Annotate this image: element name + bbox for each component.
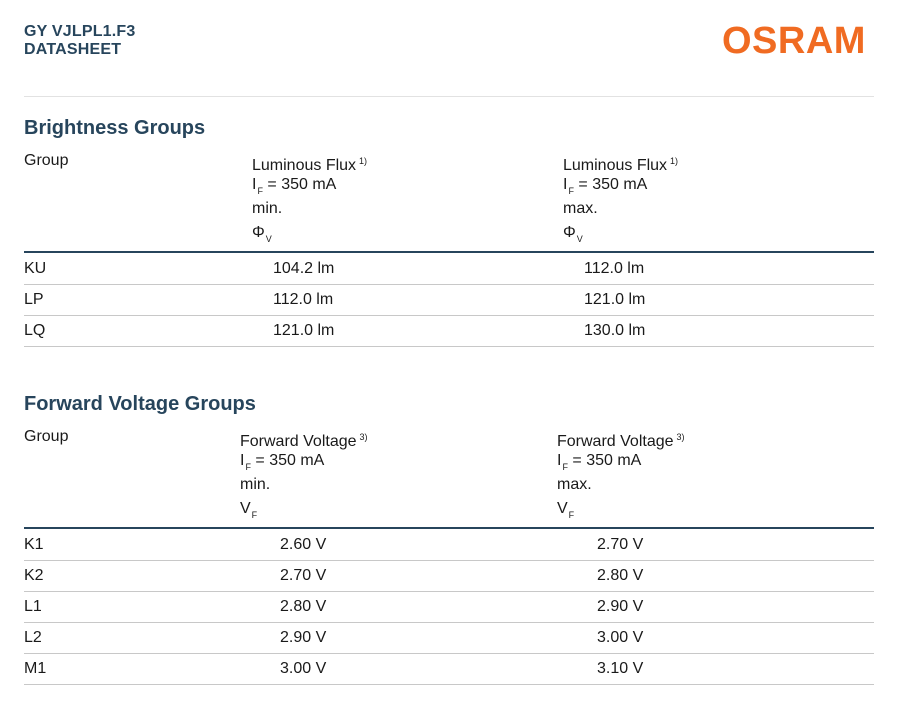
- row-divider: [24, 315, 874, 316]
- col-label: Group: [24, 428, 69, 445]
- table-cell-max: 2.80 V: [597, 567, 644, 584]
- col-label: Luminous Flux: [563, 157, 668, 174]
- footnote-ref: 3): [676, 432, 685, 442]
- quantity-symbol: Φ: [563, 224, 576, 241]
- document-type: DATASHEET: [24, 41, 122, 58]
- table-cell-min: 121.0 lm: [273, 322, 335, 339]
- table-cell-max: 121.0 lm: [584, 291, 646, 308]
- condition-value: = 350 mA: [255, 452, 325, 469]
- brightness-col-max: Luminous Flux 1) IF = 350 mA max. ΦV: [563, 149, 678, 245]
- brightness-col-min: Luminous Flux 1) IF = 350 mA min. ΦV: [252, 149, 367, 245]
- table-cell-max: 2.70 V: [597, 536, 644, 553]
- col-label: Forward Voltage: [557, 433, 674, 450]
- limit-label: min.: [252, 200, 283, 217]
- limit-label: max.: [563, 200, 598, 217]
- table-cell-group: L1: [24, 598, 42, 615]
- table-cell-min: 3.00 V: [280, 660, 327, 677]
- voltage-header-rule: [24, 527, 874, 529]
- condition-value: = 350 mA: [572, 452, 642, 469]
- condition-subscript: F: [568, 186, 574, 196]
- table-cell-max: 112.0 lm: [584, 260, 645, 277]
- limit-label: max.: [557, 476, 592, 493]
- part-number: GY VJLPL1.F3: [24, 23, 136, 40]
- table-cell-group: K1: [24, 536, 44, 553]
- row-divider: [24, 346, 874, 347]
- table-cell-group: LP: [24, 291, 44, 308]
- condition-value: = 350 mA: [267, 176, 337, 193]
- condition-subscript: F: [562, 462, 568, 472]
- condition-symbol: I: [252, 176, 257, 193]
- voltage-col-max: Forward Voltage 3) IF = 350 mA max. VF: [557, 425, 685, 521]
- table-cell-min: 2.90 V: [280, 629, 327, 646]
- table-cell-min: 2.70 V: [280, 567, 327, 584]
- table-cell-group: KU: [24, 260, 47, 277]
- table-cell-group: M1: [24, 660, 47, 677]
- brightness-col-group: Group: [24, 149, 68, 173]
- col-label: Forward Voltage: [240, 433, 357, 450]
- quantity-subscript: F: [251, 510, 258, 520]
- table-cell-min: 112.0 lm: [273, 291, 334, 308]
- row-divider: [24, 684, 874, 685]
- table-cell-max: 130.0 lm: [584, 322, 646, 339]
- forward-voltage-groups-title: Forward Voltage Groups: [24, 393, 256, 415]
- footnote-ref: 1): [670, 156, 679, 166]
- col-label: Group: [24, 152, 69, 169]
- footnote-ref: 1): [359, 156, 368, 166]
- footnote-ref: 3): [359, 432, 368, 442]
- brightness-groups-title: Brightness Groups: [24, 117, 206, 139]
- quantity-subscript: F: [568, 510, 575, 520]
- table-cell-min: 2.80 V: [280, 598, 327, 615]
- voltage-col-min: Forward Voltage 3) IF = 350 mA min. VF: [240, 425, 368, 521]
- row-divider: [24, 591, 874, 592]
- quantity-symbol: Φ: [252, 224, 265, 241]
- row-divider: [24, 284, 874, 285]
- brightness-header-rule: [24, 251, 874, 253]
- osram-logo: OSRAM: [722, 20, 866, 62]
- row-divider: [24, 622, 874, 623]
- row-divider: [24, 653, 874, 654]
- quantity-symbol: V: [240, 500, 251, 517]
- quantity-symbol: V: [557, 500, 568, 517]
- condition-symbol: I: [563, 176, 568, 193]
- quantity-subscript: V: [265, 234, 272, 244]
- table-cell-max: 2.90 V: [597, 598, 644, 615]
- table-cell-min: 104.2 lm: [273, 260, 335, 277]
- table-cell-group: K2: [24, 567, 44, 584]
- table-cell-max: 3.00 V: [597, 629, 644, 646]
- table-cell-max: 3.10 V: [597, 660, 644, 677]
- col-label: Luminous Flux: [252, 157, 357, 174]
- header-divider: [24, 96, 874, 97]
- limit-label: min.: [240, 476, 271, 493]
- row-divider: [24, 560, 874, 561]
- quantity-subscript: V: [576, 234, 583, 244]
- voltage-col-group: Group: [24, 425, 68, 449]
- table-cell-group: L2: [24, 629, 42, 646]
- table-cell-group: LQ: [24, 322, 46, 339]
- condition-subscript: F: [257, 186, 263, 196]
- condition-subscript: F: [245, 462, 251, 472]
- condition-value: = 350 mA: [578, 176, 648, 193]
- condition-symbol: I: [240, 452, 245, 469]
- table-cell-min: 2.60 V: [280, 536, 327, 553]
- condition-symbol: I: [557, 452, 562, 469]
